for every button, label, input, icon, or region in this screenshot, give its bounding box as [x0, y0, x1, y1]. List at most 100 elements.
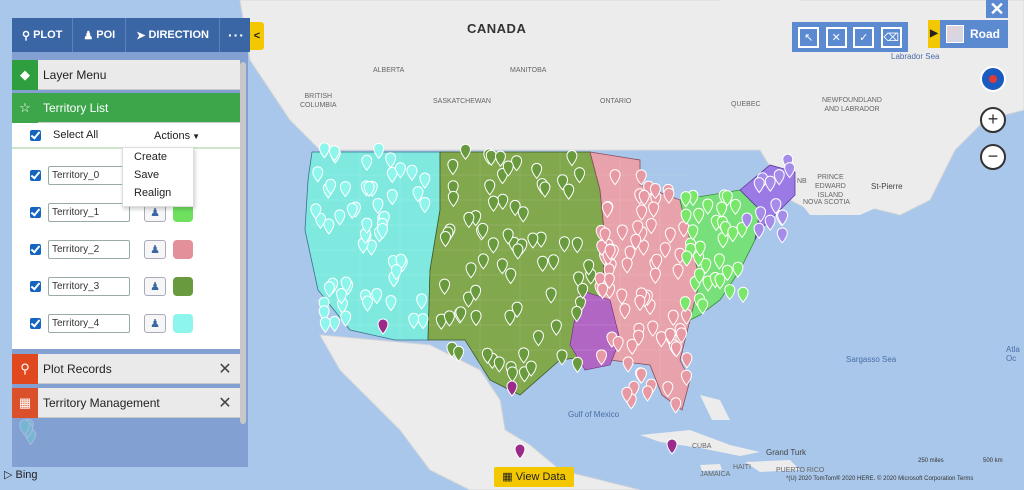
- bing-label: Bing: [15, 469, 38, 481]
- map-pin-icon: [737, 286, 749, 304]
- territory-row: Territory_2 ♟: [12, 237, 240, 261]
- label-manitoba: MANITOBA: [510, 67, 547, 74]
- territory-color-swatch[interactable]: [173, 239, 193, 259]
- label-jamaica: JAMAICA: [700, 471, 731, 478]
- bing-logo: ▷ Bing: [4, 468, 38, 481]
- select-all-row: Select All Actions ▼: [12, 123, 240, 149]
- map-pin-icon: [571, 356, 583, 374]
- more-menu-button[interactable]: ···: [220, 27, 253, 43]
- actions-label: Actions: [154, 130, 191, 142]
- actions-dropdown-menu: Create Save Realign: [122, 147, 194, 207]
- label-alberta: ALBERTA: [373, 67, 405, 74]
- territory-checkbox[interactable]: [30, 206, 41, 218]
- zoom-out-button[interactable]: −: [980, 144, 1006, 170]
- close-button[interactable]: ✕: [986, 0, 1008, 18]
- label-cuba: CUBA: [692, 443, 712, 450]
- owner-button[interactable]: ♟: [144, 239, 166, 259]
- select-all-checkbox[interactable]: [30, 129, 41, 141]
- land-florida-bahamas: [700, 395, 730, 420]
- territory-name-input[interactable]: Territory_2: [48, 239, 130, 259]
- label-haiti: HAITI: [733, 464, 751, 471]
- territory-checkbox[interactable]: [30, 280, 41, 292]
- collapse-panel-button[interactable]: <: [250, 22, 264, 50]
- person-icon: ♟: [83, 29, 94, 42]
- pin-icon: ⚲: [12, 353, 38, 384]
- territory-list-label: Territory List: [43, 100, 109, 115]
- top-nav-bar: ⚲ PLOT ♟ POI ➤ DIRECTION ···: [12, 18, 250, 52]
- territory-color-swatch[interactable]: [173, 276, 193, 296]
- label-gulf-of-mexico: Gulf of Mexico: [568, 410, 620, 419]
- map-pin-icon: [776, 227, 788, 244]
- map-pin-icon: [329, 315, 341, 333]
- owner-button[interactable]: ♟: [144, 313, 166, 333]
- map-pin-icon: [556, 349, 568, 366]
- select-pointer-icon[interactable]: ↖: [798, 26, 820, 48]
- zoom-in-button[interactable]: +: [980, 107, 1006, 133]
- label-grand-turk: Grand Turk: [766, 448, 807, 457]
- label-atlantic: Atla Oc: [1006, 345, 1020, 363]
- close-icon[interactable]: ✕: [210, 359, 240, 379]
- territory-checkbox[interactable]: [30, 169, 41, 181]
- territory-management-label: Territory Management: [43, 395, 160, 410]
- map-pin-icon: [681, 352, 693, 369]
- territory-list-row[interactable]: ☆ Territory List: [12, 92, 240, 123]
- road-label: Road: [970, 27, 1000, 41]
- map-icon: ▦: [12, 387, 38, 418]
- close-icon[interactable]: ✕: [210, 393, 240, 413]
- map-pin-icon: [724, 284, 736, 301]
- pin-icon: ⚲: [22, 29, 31, 42]
- label-saskatchewan: SASKATCHEWAN: [433, 98, 491, 105]
- map-pin-icon: [764, 214, 776, 231]
- star-icon: ☆: [12, 92, 38, 123]
- actions-dropdown[interactable]: Actions ▼: [154, 130, 200, 142]
- territory-name-input[interactable]: Territory_4: [48, 313, 130, 333]
- map-pin-icon: [666, 438, 678, 455]
- territory-checkbox[interactable]: [30, 243, 41, 255]
- label-st-pierre: St-Pierre: [871, 182, 903, 191]
- layers-icon: ◆: [12, 59, 38, 90]
- territory-management-row[interactable]: ▦ Territory Management ✕: [12, 387, 240, 418]
- user-icon: ♟: [150, 206, 160, 219]
- map-pin-icon: [319, 316, 331, 334]
- user-icon: ♟: [150, 243, 160, 256]
- plot-records-row[interactable]: ⚲ Plot Records ✕: [12, 353, 240, 384]
- map-pin-icon: [642, 385, 654, 402]
- trash-icon[interactable]: ⌫: [880, 26, 902, 48]
- map-style-button[interactable]: ▶ Road: [928, 20, 1008, 48]
- select-all-label: Select All: [53, 129, 99, 141]
- territory-name-input[interactable]: Territory_3: [48, 276, 130, 296]
- view-data-button[interactable]: ▦ View Data: [494, 467, 574, 487]
- poi-button[interactable]: ♟ POI: [73, 18, 127, 52]
- territory-row: Territory_4 ♟: [12, 311, 240, 335]
- plot-label: PLOT: [33, 29, 63, 41]
- label-british-columbia: BRITISH COLUMBIA: [300, 93, 337, 109]
- territory-color-swatch[interactable]: [173, 313, 193, 333]
- layer-menu-row[interactable]: ◆ Layer Menu: [12, 59, 240, 90]
- direction-button[interactable]: ➤ DIRECTION: [126, 18, 220, 52]
- check-selection-icon[interactable]: ✓: [853, 26, 875, 48]
- locate-me-icon[interactable]: [980, 66, 1006, 92]
- territory-name-input[interactable]: Territory_1: [48, 202, 130, 222]
- map-attribution: *(U) 2020 TomTom® 2020 HERE. © 2020 Micr…: [786, 476, 974, 482]
- territory-checkbox[interactable]: [30, 317, 41, 329]
- owner-button[interactable]: ♟: [144, 276, 166, 296]
- map-pin-icon: [506, 380, 518, 397]
- selection-toolbar: ↖ ✕ ✓ ⌫: [792, 22, 908, 52]
- realign-menu-item[interactable]: Realign: [123, 184, 193, 202]
- map-stage[interactable]: CANADA ALBERTA MANITOBA BRITISH COLUMBIA…: [0, 0, 1024, 490]
- clear-selection-icon[interactable]: ✕: [825, 26, 847, 48]
- direction-icon: ➤: [136, 29, 146, 42]
- caret-down-icon: ▼: [192, 132, 200, 141]
- label-newfoundland: NEWFOUNDLAND AND LABRADOR: [822, 97, 882, 113]
- plot-records-label: Plot Records: [43, 361, 112, 376]
- label-nb: NB: [797, 178, 807, 185]
- save-menu-item[interactable]: Save: [123, 166, 193, 184]
- view-data-label: View Data: [515, 471, 566, 483]
- label-puerto-rico: PUERTO RICO: [776, 467, 825, 474]
- create-menu-item[interactable]: Create: [123, 148, 193, 166]
- territory-name-input[interactable]: Territory_0: [48, 165, 130, 185]
- layer-menu-label: Layer Menu: [43, 67, 107, 82]
- scale-km: 500 km: [983, 458, 1003, 464]
- plot-button[interactable]: ⚲ PLOT: [12, 18, 74, 52]
- panel-scrollbar[interactable]: [240, 62, 246, 424]
